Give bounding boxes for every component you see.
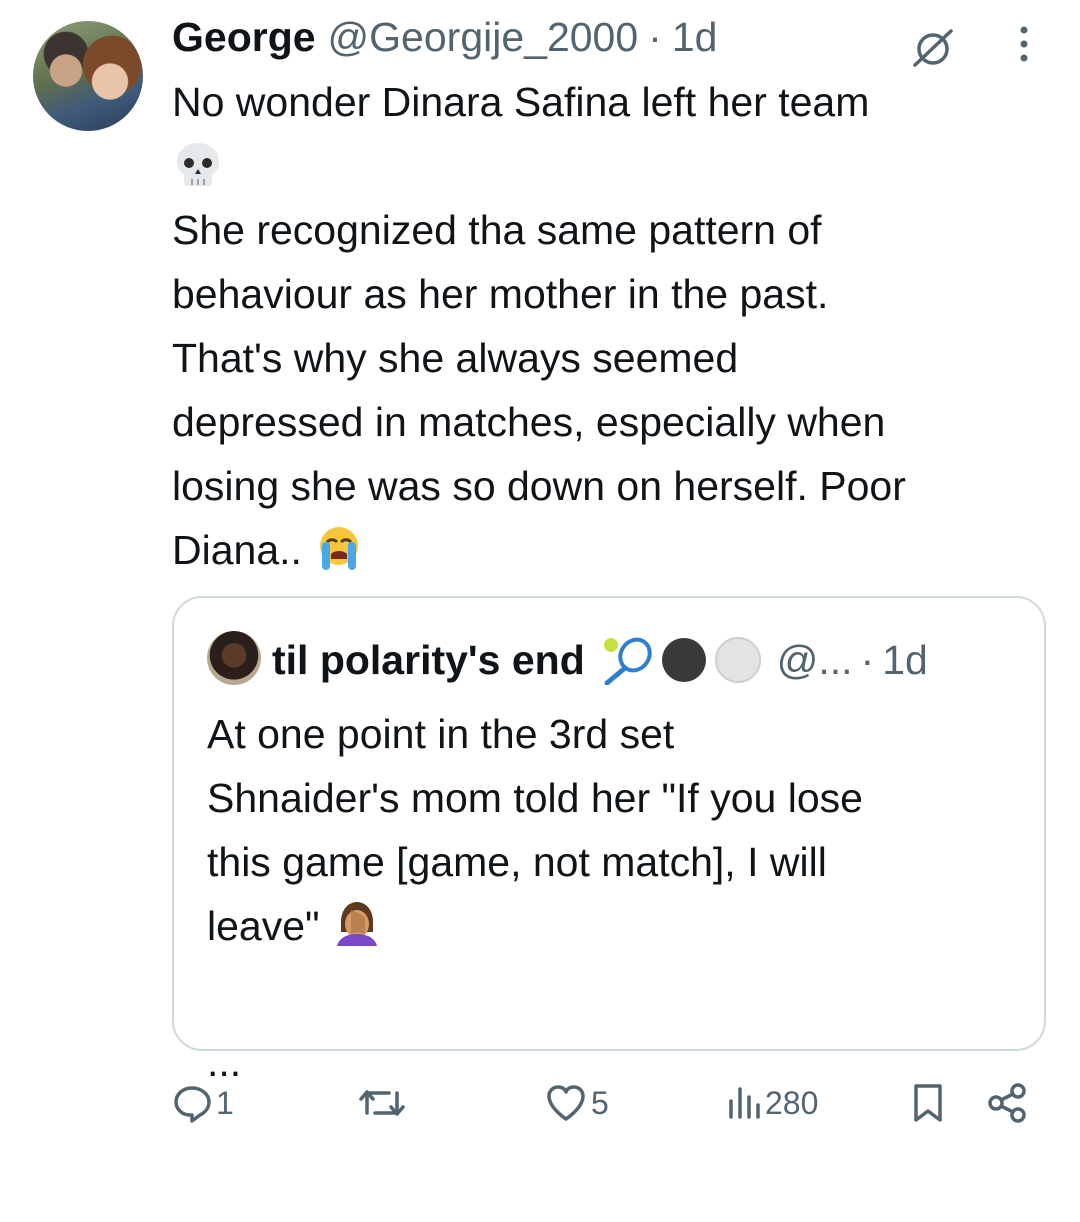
more-icon[interactable] [1013,24,1035,64]
tweet-text-body: She recognized tha same pattern of behav… [172,207,906,573]
crying-face-emoji-icon [320,527,359,570]
white-circle-icon [714,637,761,683]
facepalm-emoji-icon [336,902,377,946]
tweet-text-line1: No wonder Dinara Safina left her team [172,79,870,125]
separator-dot: · [648,14,662,60]
quoted-tweet-text: At one point in the 3rd set Shnaider's m… [207,702,1027,1222]
quoted-separator-dot: · [860,636,875,683]
skull-emoji-icon [177,143,219,186]
quoted-tweet-header: til polarity's end @... · 1d [272,632,928,688]
reply-icon [174,1086,211,1123]
action-bar: 1 5 280 [0,1080,1080,1130]
author-handle[interactable]: @Georgije_2000 [328,14,639,61]
like-button[interactable]: 5 [545,1080,609,1126]
quoted-tweet[interactable]: til polarity's end @... · 1d At one poin… [172,596,1046,1085]
share-icon [988,1083,1026,1123]
reply-count: 1 [216,1084,234,1121]
views-button[interactable]: 280 [727,1080,818,1126]
retweet-icon [359,1090,405,1116]
quoted-author-emojis [597,635,763,685]
share-button[interactable] [986,1080,1028,1126]
reply-button[interactable]: 1 [172,1080,234,1126]
quoted-author-avatar[interactable] [207,631,261,685]
views-count: 280 [765,1084,819,1121]
heart-icon [547,1085,585,1121]
black-circle-icon [661,638,706,682]
bookmark-button[interactable] [910,1080,946,1126]
tennis-racket-icon [603,637,652,685]
tweet-time[interactable]: 1d [672,14,718,61]
views-icon [729,1087,760,1119]
bookmark-icon [914,1084,942,1122]
quoted-tweet-time: 1d [882,636,928,683]
grok-icon[interactable] [907,25,959,69]
quoted-tweet-text-body: At one point in the 3rd set Shnaider's m… [207,711,863,949]
tweet-header: George @Georgije_2000 · 1d [172,14,717,66]
author-avatar[interactable] [33,21,143,131]
retweet-button[interactable] [357,1080,411,1126]
author-name[interactable]: George [172,14,316,61]
quoted-author-name: til polarity's end [272,636,585,683]
like-count: 5 [591,1084,609,1121]
tweet-text: No wonder Dinara Safina left her team Sh… [172,70,1062,582]
quoted-author-handle: @... [776,636,853,683]
